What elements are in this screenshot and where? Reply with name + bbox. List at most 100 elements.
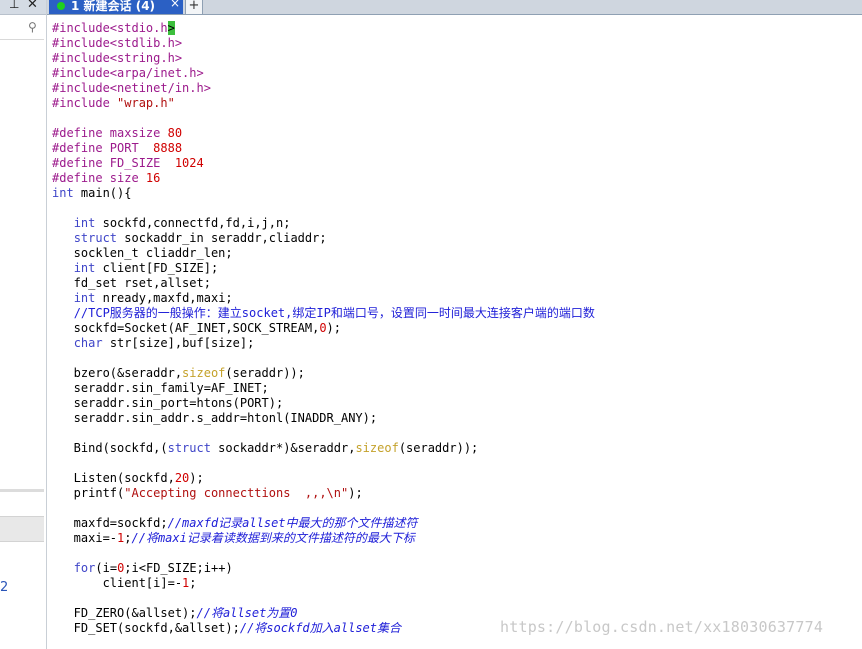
code-token: ); [348, 486, 363, 500]
new-tab-button[interactable]: + [185, 0, 203, 14]
code-token: 8888 [153, 141, 183, 155]
code-token: maxi=- [52, 531, 118, 545]
code-token: client[i]=- [52, 576, 183, 590]
code-token: seraddr.sin_addr.s_addr=htonl(INADDR_ANY… [52, 411, 378, 425]
code-token: int [52, 186, 74, 200]
code-line: socklen_t cliaddr_len; [52, 246, 233, 261]
code-token: fd_set rset,allset; [52, 276, 211, 290]
code-line: #include<netinet/in.h> [52, 81, 211, 96]
code-token: 20 [174, 471, 190, 485]
code-token: #define size [52, 171, 146, 185]
pin-icon[interactable]: ⊥ [9, 0, 19, 11]
code-line: seraddr.sin_port=htons(PORT); [52, 396, 284, 411]
code-line: seraddr.sin_family=AF_INET; [52, 381, 269, 396]
connection-status-icon [57, 2, 65, 10]
code-token: str[size],buf[size]; [102, 336, 255, 350]
search-icon[interactable]: ⚲ [28, 20, 37, 34]
code-token: 1024 [174, 156, 204, 170]
code-token: sockfd,connectfd,fd,i,j,n; [95, 216, 291, 230]
code-token: sizeof [355, 441, 399, 455]
code-token: "Accepting connecttions ,,,\n" [124, 486, 349, 500]
session-list-item[interactable] [0, 516, 44, 542]
code-line: seraddr.sin_addr.s_addr=htonl(INADDR_ANY… [52, 411, 377, 426]
terminal-text-area[interactable]: #include<stdio.h> #include<stdlib.h> #incl… [47, 15, 862, 649]
code-token: int [73, 216, 96, 230]
code-line: #define FD_SIZE 1024 [52, 156, 204, 171]
code-line: client[i]=-1; [52, 576, 197, 591]
code-token: //将maxi记录着读数据到来的文件描述符的最大下标 [131, 531, 415, 545]
code-line: bzero(&seraddr,sizeof(seraddr)); [52, 366, 305, 381]
code-token: main(){ [73, 186, 132, 200]
code-token: printf( [52, 486, 125, 500]
code-token: //将allset为置0 [196, 606, 298, 620]
code-line: #include<stdio.h> [52, 21, 175, 36]
left-edge-glyph: 2 [0, 580, 9, 595]
code-token: FD_ZERO(&allset); [52, 606, 197, 620]
code-token: char [73, 336, 103, 350]
session-manager-pane: ⊥ ✕ ⚲ 2 [0, 0, 47, 649]
code-line: Bind(sockfd,(struct sockaddr*)&seraddr,s… [52, 441, 479, 456]
code-token: FD_SET(sockfd,&allset); [52, 621, 240, 635]
watermark: https://blog.csdn.net/xx18030637774 [500, 618, 824, 636]
code-line: int main(){ [52, 186, 131, 201]
code-line: #include<arpa/inet.h> [52, 66, 204, 81]
code-token: //maxfd记录allset中最大的那个文件描述符 [167, 516, 418, 530]
code-line: char str[size],buf[size]; [52, 336, 255, 351]
code-token: (seraddr)); [398, 441, 479, 455]
code-token: #include<stdlib.h> [52, 36, 183, 50]
code-line: //TCP服务器的一般操作：建立socket,绑定IP和端口号，设置同一时间最大… [52, 306, 595, 321]
code-token: ); [189, 471, 204, 485]
code-line: #define PORT 8888 [52, 141, 182, 156]
code-line: int client[FD_SIZE]; [52, 261, 219, 276]
code-token: #include<arpa/inet.h> [52, 66, 204, 80]
code-token: maxfd=sockfd; [52, 516, 168, 530]
code-token: ); [326, 321, 341, 335]
code-token: //将sockfd加入allset集合 [239, 621, 401, 635]
code-token: #include<netinet/in.h> [52, 81, 211, 95]
code-line: #define maxsize 80 [52, 126, 182, 141]
code-token: ; [189, 576, 197, 590]
code-token: (seraddr)); [225, 366, 305, 380]
code-line: printf("Accepting connecttions ,,,\n"); [52, 486, 363, 501]
code-token: int [73, 291, 96, 305]
code-token: Listen(sockfd, [52, 471, 175, 485]
tab-session-1[interactable]: 1 新建会话 (4) × [49, 0, 183, 14]
code-token: Bind(sockfd,( [52, 441, 168, 455]
code-token: sizeof [182, 366, 226, 380]
session-pane-header: ⊥ ✕ [0, 0, 46, 15]
tab-bar: 1 新建会话 (4) × + [47, 0, 862, 15]
code-line: #include "wrap.h" [52, 96, 175, 111]
code-line: maxfd=sockfd;//maxfd记录allset中最大的那个文件描述符 [52, 516, 418, 531]
code-line: int sockfd,connectfd,fd,i,j,n; [52, 216, 291, 231]
code-line: for(i=0;i<FD_SIZE;i++) [52, 561, 233, 576]
code-token: seraddr.sin_family=AF_INET; [52, 381, 269, 395]
text-cursor: > [167, 21, 175, 35]
code-token: struct [167, 441, 211, 455]
code-token: 0 [319, 321, 327, 335]
close-icon[interactable]: ✕ [27, 0, 38, 12]
session-search-input[interactable]: ⚲ [0, 17, 44, 40]
tab-close-icon[interactable]: × [170, 0, 180, 10]
code-token: 80 [167, 126, 183, 140]
code-line: maxi=-1;//将maxi记录着读数据到来的文件描述符的最大下标 [52, 531, 415, 546]
code-line: Listen(sockfd,20); [52, 471, 204, 486]
code-token: "wrap.h" [117, 96, 175, 110]
code-token: ; [124, 531, 132, 545]
code-token: sockfd=Socket(AF_INET,SOCK_STREAM, [52, 321, 320, 335]
code-line: sockfd=Socket(AF_INET,SOCK_STREAM,0); [52, 321, 341, 336]
code-line: #include<stdlib.h> [52, 36, 182, 51]
code-token: nready,maxfd,maxi; [95, 291, 233, 305]
code-line: int nready,maxfd,maxi; [52, 291, 233, 306]
tab-label: 1 新建会话 (4) [71, 0, 156, 13]
code-token: #include<stdio.h [52, 21, 168, 35]
pane-divider [0, 489, 44, 492]
code-token: #define PORT [52, 141, 154, 155]
code-token: int [73, 261, 96, 275]
code-token: bzero(&seraddr, [52, 366, 183, 380]
code-token: seraddr.sin_port=htons(PORT); [52, 396, 284, 410]
code-token: sockaddr*)&seraddr, [210, 441, 356, 455]
